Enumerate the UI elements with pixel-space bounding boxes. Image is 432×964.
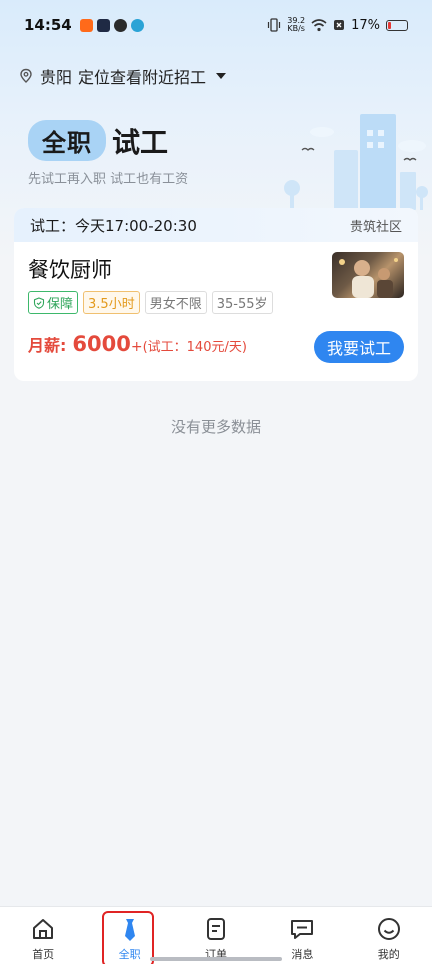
bottom-nav: 首页 全职 订单 消息 我的: [0, 906, 432, 964]
message-icon: [291, 920, 314, 939]
tie-icon: [124, 919, 135, 941]
salary-plus: +: [130, 339, 143, 355]
trial-time: 试工：今天17:00-20:30: [30, 216, 197, 235]
smile-icon: [377, 918, 400, 940]
tag-guarantee: 保障: [28, 291, 79, 314]
job-card-header: 试工：今天17:00-20:30 贵筑社区: [14, 208, 418, 242]
net-speed-unit: KB/s: [287, 24, 305, 33]
city-illustration: [284, 114, 428, 210]
location-prompt: 定位查看附近招工: [78, 68, 207, 87]
nav-label: 首页: [32, 948, 55, 961]
tag-label: 保障: [47, 297, 74, 312]
salary-label: 月薪:: [28, 336, 67, 355]
location-city: 贵阳: [40, 68, 73, 87]
home-indicator[interactable]: [150, 957, 282, 961]
job-area: 贵筑社区: [349, 219, 402, 235]
hero-title: 全职 试工: [28, 120, 168, 161]
job-tags: 保障 3.5小时 男女不限 35-55岁: [28, 291, 273, 314]
battery-percent: 17%: [351, 17, 380, 33]
vibrate-icon: [268, 18, 281, 32]
location-pin-icon: [20, 68, 32, 83]
job-thumbnail: [332, 252, 404, 298]
tag-age: 35-55岁: [211, 291, 273, 314]
hero-word: 试工: [112, 125, 169, 159]
battery-icon: [386, 19, 408, 31]
hero-pill: 全职: [28, 120, 106, 161]
job-card[interactable]: 试工：今天17:00-20:30 贵筑社区 餐饮厨师 保障 3.5小时 男女不限…: [14, 208, 418, 381]
battery-level: [388, 21, 391, 29]
list-end-text: 没有更多数据: [170, 418, 261, 436]
nav-label: 消息: [291, 948, 314, 961]
app-notification-icon: [113, 18, 127, 32]
document-icon: [206, 918, 225, 940]
trial-pay: (试工：140元/天): [142, 340, 247, 355]
nav-item-fulltime[interactable]: 全职: [100, 907, 160, 964]
shield-check-icon: [33, 296, 45, 309]
app-notification-icon: [79, 18, 93, 32]
chevron-down-icon: [216, 73, 227, 79]
nav-item-mine[interactable]: 我的: [359, 907, 419, 962]
salary-amount: 6000: [72, 332, 131, 356]
app-notification-icon: [96, 18, 110, 32]
status-time: 14:54: [24, 16, 72, 34]
salary: 月薪: 6000 + (试工：140元/天): [28, 332, 247, 356]
status-bar: 14:54 39.2 KB/s 17%: [0, 0, 432, 50]
status-right: 39.2 KB/s 17%: [267, 17, 408, 33]
nav-item-messages[interactable]: 消息: [272, 907, 332, 962]
apply-trial-button[interactable]: 我要试工: [314, 331, 404, 363]
wifi-icon: [311, 18, 327, 31]
hero-subtitle: 先试工再入职 试工也有工资: [28, 172, 189, 187]
job-title: 餐饮厨师: [28, 258, 112, 282]
nav-item-home[interactable]: 首页: [13, 907, 73, 962]
location-selector[interactable]: 贵阳 定位查看附近招工: [18, 64, 227, 88]
nav-label: 全职: [118, 948, 141, 961]
nav-label: 我的: [377, 948, 400, 961]
net-speed: 39.2 KB/s: [287, 17, 305, 33]
tag-gender: 男女不限: [144, 291, 207, 314]
app-notification-icon: [130, 18, 144, 32]
no-sim-icon: [334, 20, 345, 30]
nav-item-orders[interactable]: 订单: [186, 907, 246, 962]
notification-icons: [79, 18, 144, 32]
tag-hours: 3.5小时: [83, 291, 140, 314]
home-icon: [33, 919, 54, 939]
